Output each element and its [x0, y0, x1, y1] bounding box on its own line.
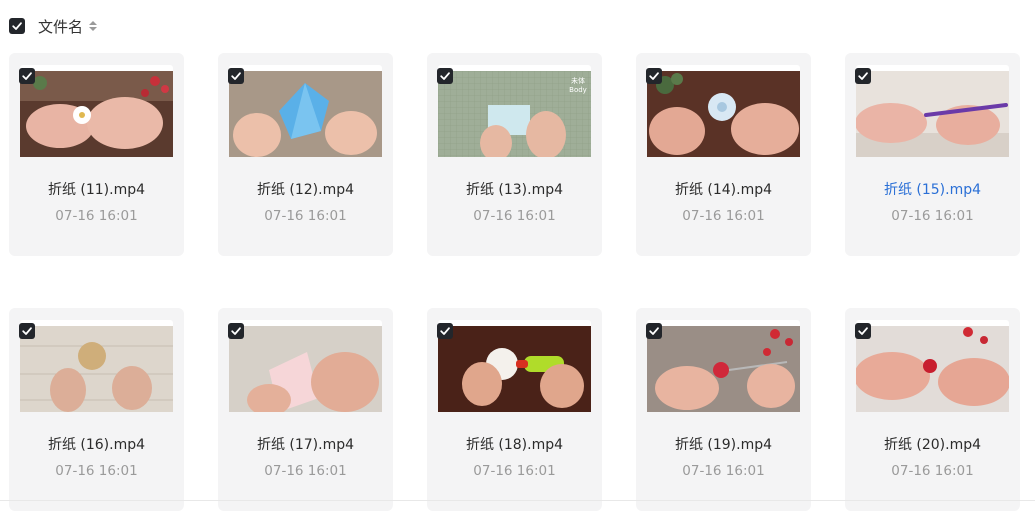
file-card[interactable]: 未体 Body 折纸 (13).mp4 07-16 16:01 — [427, 53, 602, 256]
file-date: 07-16 16:01 — [891, 208, 974, 224]
file-date: 07-16 16:01 — [682, 208, 765, 224]
file-checkbox[interactable] — [855, 323, 871, 339]
file-card[interactable]: 折纸 (17).mp4 07-16 16:01 — [218, 308, 393, 511]
file-name[interactable]: 折纸 (19).mp4 — [636, 434, 811, 454]
video-thumbnail[interactable] — [438, 326, 591, 412]
thumbnail-frame — [647, 320, 800, 412]
thumbnail-frame — [856, 320, 1009, 412]
video-thumbnail[interactable] — [20, 71, 173, 157]
thumbnail-frame — [229, 65, 382, 157]
file-checkbox[interactable] — [228, 323, 244, 339]
file-card[interactable]: 折纸 (19).mp4 07-16 16:01 — [636, 308, 811, 511]
file-name[interactable]: 折纸 (17).mp4 — [218, 434, 393, 454]
file-date: 07-16 16:01 — [55, 463, 138, 479]
file-name[interactable]: 折纸 (18).mp4 — [427, 434, 602, 454]
file-checkbox[interactable] — [437, 68, 453, 84]
file-date: 07-16 16:01 — [473, 208, 556, 224]
divider — [0, 500, 1035, 501]
file-name[interactable]: 折纸 (12).mp4 — [218, 179, 393, 199]
thumbnail-frame — [647, 65, 800, 157]
file-date: 07-16 16:01 — [682, 463, 765, 479]
file-card[interactable]: 折纸 (11).mp4 07-16 16:01 — [9, 53, 184, 256]
file-checkbox[interactable] — [19, 68, 35, 84]
file-checkbox[interactable] — [646, 323, 662, 339]
file-name[interactable]: 折纸 (20).mp4 — [845, 434, 1020, 454]
file-name[interactable]: 折纸 (11).mp4 — [9, 179, 184, 199]
file-date: 07-16 16:01 — [264, 208, 347, 224]
thumbnail-frame — [229, 320, 382, 412]
file-date: 07-16 16:01 — [891, 463, 974, 479]
watermark-bottom: Body — [569, 86, 587, 94]
sort-icon[interactable] — [89, 21, 98, 31]
file-date: 07-16 16:01 — [473, 463, 556, 479]
file-date: 07-16 16:01 — [55, 208, 138, 224]
file-card[interactable]: 折纸 (18).mp4 07-16 16:01 — [427, 308, 602, 511]
thumbnail-frame — [20, 320, 173, 412]
thumbnail-frame — [856, 65, 1009, 157]
file-checkbox[interactable] — [19, 323, 35, 339]
video-thumbnail[interactable] — [647, 71, 800, 157]
file-checkbox[interactable] — [855, 68, 871, 84]
file-name[interactable]: 折纸 (13).mp4 — [427, 179, 602, 199]
file-card[interactable]: 折纸 (20).mp4 07-16 16:01 — [845, 308, 1020, 511]
file-card[interactable]: 折纸 (14).mp4 07-16 16:01 — [636, 53, 811, 256]
file-date: 07-16 16:01 — [264, 463, 347, 479]
file-checkbox[interactable] — [437, 323, 453, 339]
video-thumbnail[interactable] — [856, 326, 1009, 412]
video-thumbnail[interactable] — [856, 71, 1009, 157]
file-name[interactable]: 折纸 (16).mp4 — [9, 434, 184, 454]
thumbnail-frame: 未体 Body — [438, 65, 591, 157]
video-thumbnail[interactable] — [647, 326, 800, 412]
thumbnail-frame — [20, 65, 173, 157]
thumbnail-frame — [438, 320, 591, 412]
file-checkbox[interactable] — [228, 68, 244, 84]
file-card[interactable]: 折纸 (15).mp4 07-16 16:01 — [845, 53, 1020, 256]
video-thumbnail[interactable] — [20, 326, 173, 412]
file-card[interactable]: 折纸 (16).mp4 07-16 16:01 — [9, 308, 184, 511]
list-header: 文件名 — [9, 14, 98, 38]
video-thumbnail[interactable] — [229, 326, 382, 412]
filename-column-label[interactable]: 文件名 — [38, 16, 83, 37]
video-thumbnail[interactable]: 未体 Body — [438, 71, 591, 157]
file-name-link[interactable]: 折纸 (15).mp4 — [845, 179, 1020, 199]
file-grid: 折纸 (11).mp4 07-16 16:01 折纸 (12).mp4 07-1… — [9, 53, 1035, 511]
select-all-checkbox[interactable] — [9, 18, 25, 34]
watermark-top: 未体 — [571, 76, 585, 85]
file-name[interactable]: 折纸 (14).mp4 — [636, 179, 811, 199]
file-checkbox[interactable] — [646, 68, 662, 84]
video-thumbnail[interactable] — [229, 71, 382, 157]
file-card[interactable]: 折纸 (12).mp4 07-16 16:01 — [218, 53, 393, 256]
